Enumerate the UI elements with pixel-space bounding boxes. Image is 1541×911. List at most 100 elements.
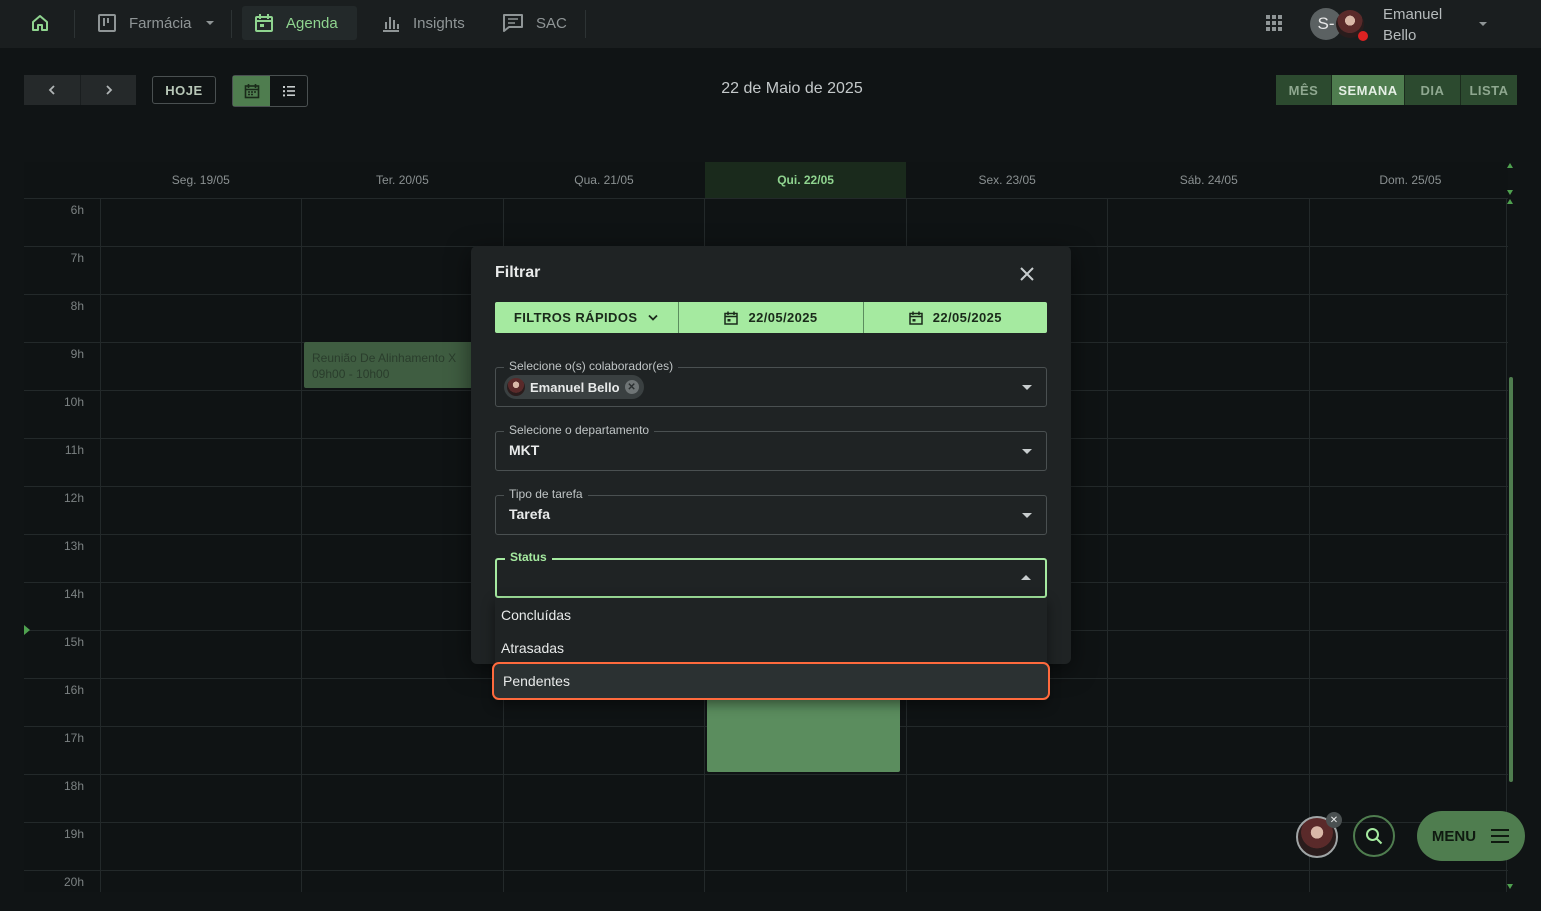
dropdown-arrow-icon[interactable] — [1021, 575, 1031, 580]
start-date-picker[interactable]: 22/05/2025 — [678, 302, 862, 333]
list-view-button[interactable] — [270, 76, 307, 106]
close-icon — [1019, 266, 1035, 282]
field-label: Selecione o departamento — [504, 423, 655, 437]
hour-label: 10h — [63, 395, 84, 409]
hour-label: 12h — [63, 491, 84, 505]
search-button[interactable] — [1353, 815, 1395, 857]
next-week-button[interactable] — [80, 75, 136, 105]
day-header[interactable]: Qua. 21/05 — [503, 162, 705, 198]
user-menu[interactable]: S- Emanuel Bello — [1310, 3, 1442, 45]
calendar-event[interactable] — [707, 697, 900, 772]
mode-week-button[interactable]: SEMANA — [1332, 75, 1405, 105]
hour-row[interactable]: 19h — [24, 822, 1508, 870]
scroll-down-icon[interactable] — [1506, 882, 1514, 890]
mode-list-button[interactable]: LISTA — [1461, 75, 1517, 105]
nav-divider — [74, 10, 75, 38]
scroll-thumb[interactable] — [1509, 377, 1513, 782]
day-header[interactable]: Dom. 25/05 — [1310, 162, 1512, 198]
top-navigation-bar: Farmácia Agenda Insights SAC S- Emanuel … — [0, 0, 1541, 48]
home-button[interactable] — [18, 6, 62, 40]
nav-insights-label: Insights — [413, 14, 465, 32]
nav-sac-label: SAC — [536, 14, 567, 32]
quick-filters-label: FILTROS RÁPIDOS — [513, 310, 638, 325]
nav-sac[interactable]: SAC — [490, 6, 579, 40]
day-header[interactable]: Seg. 19/05 — [100, 162, 302, 198]
floating-avatar[interactable]: ✕ — [1296, 812, 1342, 858]
nav-agenda[interactable]: Agenda — [242, 6, 357, 40]
department-select[interactable]: Selecione o departamento MKT — [495, 423, 1047, 471]
day-divider — [1506, 198, 1507, 892]
calendar-icon — [254, 13, 274, 33]
avatar — [507, 378, 525, 396]
day-divider — [301, 198, 302, 892]
end-date-value: 22/05/2025 — [932, 310, 1002, 325]
previous-week-button[interactable] — [24, 75, 80, 105]
hour-label: 13h — [63, 539, 84, 553]
mode-month-button[interactable]: MÊS — [1276, 75, 1332, 105]
scroll-up-icon[interactable] — [1506, 162, 1514, 170]
remove-chip-icon[interactable]: ✕ — [624, 380, 639, 394]
nav-farmacia[interactable]: Farmácia — [85, 6, 228, 40]
current-time-marker — [24, 625, 30, 635]
hour-label: 18h — [63, 779, 84, 793]
day-header[interactable]: Ter. 20/05 — [302, 162, 504, 198]
collaborator-chip[interactable]: Emanuel Bello ✕ — [504, 375, 644, 399]
status-option-concluidas[interactable]: Concluídas — [495, 598, 1047, 631]
hour-label: 11h — [64, 443, 84, 457]
status-options-list: Concluídas Atrasadas Pendentes — [492, 598, 1050, 700]
event-title: Reunião De Alinhamento X — [312, 351, 457, 365]
mode-day-button[interactable]: DIA — [1405, 75, 1461, 105]
status-option-pendentes[interactable]: Pendentes — [492, 662, 1050, 700]
calendar-icon — [724, 311, 739, 325]
start-date-value: 22/05/2025 — [748, 310, 818, 325]
nav-agenda-label: Agenda — [286, 14, 338, 32]
menu-button[interactable]: MENU — [1417, 811, 1525, 861]
day-divider — [1309, 198, 1310, 892]
day-header[interactable]: Sáb. 24/05 — [1108, 162, 1310, 198]
dropdown-arrow-icon[interactable] — [1022, 513, 1032, 518]
day-header-row: Seg. 19/05 Ter. 20/05 Qua. 21/05 Qui. 22… — [100, 162, 1511, 198]
status-option-atrasadas[interactable]: Atrasadas — [495, 631, 1047, 664]
kanban-board-icon — [97, 13, 117, 33]
calendar-icon — [244, 83, 260, 99]
chat-icon — [502, 13, 524, 33]
calendar-event[interactable]: Reunião De Alinhamento X 09h00 - 10h00 — [304, 342, 474, 388]
task-type-value: Tarefa — [509, 506, 550, 522]
day-divider — [100, 198, 101, 892]
nav-insights[interactable]: Insights — [369, 6, 477, 40]
chip-label: Emanuel Bello — [530, 379, 620, 395]
hour-row[interactable]: 18h — [24, 774, 1508, 822]
apps-grid-button[interactable] — [1252, 6, 1296, 40]
today-button[interactable]: HOJE — [152, 76, 216, 104]
scroll-down-icon[interactable] — [1506, 188, 1514, 196]
hour-label: 16h — [63, 683, 84, 697]
current-date-title: 22 de Maio de 2025 — [721, 80, 863, 97]
calendar-view-button[interactable] — [233, 76, 270, 106]
task-type-select[interactable]: Tipo de tarefa Tarefa — [495, 487, 1047, 535]
day-header[interactable]: Sex. 23/05 — [906, 162, 1108, 198]
calendar-scrollbar[interactable] — [1506, 162, 1514, 892]
dropdown-arrow-icon[interactable] — [1022, 449, 1032, 454]
quick-filters-button[interactable]: FILTROS RÁPIDOS — [495, 302, 678, 333]
department-value: MKT — [509, 442, 540, 458]
day-header-today[interactable]: Qui. 22/05 — [704, 162, 907, 198]
dropdown-arrow-icon[interactable] — [1022, 385, 1032, 390]
hour-row[interactable]: 6h — [24, 198, 1508, 246]
menu-label: MENU — [1431, 827, 1477, 845]
close-icon[interactable]: ✕ — [1326, 812, 1342, 828]
calendar-icon — [909, 311, 923, 325]
end-date-picker[interactable]: 22/05/2025 — [862, 302, 1047, 333]
hour-row[interactable]: 20h — [24, 870, 1508, 892]
hour-label: 6h — [70, 203, 84, 217]
hour-label: 15h — [63, 635, 84, 649]
chevron-down-icon[interactable] — [1477, 20, 1489, 28]
dialog-title: Filtrar — [495, 264, 541, 281]
chevron-down-icon[interactable] — [204, 19, 216, 27]
event-time: 09h00 - 10h00 — [312, 367, 390, 381]
close-button[interactable] — [1016, 263, 1038, 285]
collaborator-select[interactable]: Selecione o(s) colaborador(es) Emanuel B… — [495, 359, 1047, 407]
field-label: Tipo de tarefa — [504, 487, 588, 501]
hour-label: 17h — [63, 731, 84, 745]
status-select[interactable]: Status — [495, 550, 1047, 598]
scroll-up-icon[interactable] — [1506, 198, 1514, 206]
